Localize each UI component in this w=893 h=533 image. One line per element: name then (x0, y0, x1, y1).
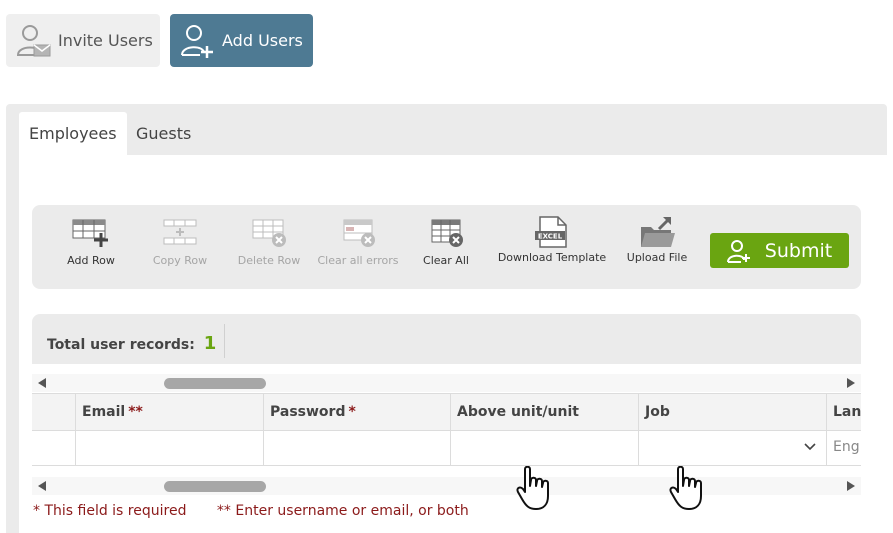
submit-label: Submit (764, 239, 833, 262)
column-label: Password (270, 404, 346, 420)
column-header-job[interactable]: Job (639, 394, 827, 430)
column-header-password[interactable]: Password * (264, 394, 451, 430)
column-label: Lang (833, 404, 861, 420)
job-dropdown[interactable] (639, 429, 827, 465)
scroll-left-arrow-icon[interactable] (38, 481, 46, 491)
upload-folder-icon (641, 217, 675, 247)
row-handle-header (32, 394, 76, 430)
table-row: Eng (32, 429, 861, 466)
add-users-button[interactable]: Add Users (170, 14, 313, 67)
bottom-horizontal-scrollbar[interactable] (32, 477, 861, 495)
clear-all-icon (431, 219, 463, 247)
tab-guests[interactable]: Guests (126, 112, 201, 155)
column-header-above-unit[interactable]: Above unit/unit (451, 394, 639, 430)
clear-all-button[interactable]: Clear All (418, 205, 474, 289)
scroll-left-arrow-icon[interactable] (38, 378, 46, 388)
invite-user-icon (16, 24, 51, 56)
records-count: 1 (203, 333, 217, 354)
column-header-email[interactable]: Email ** (76, 394, 264, 430)
required-note: * This field is required (33, 503, 187, 519)
scroll-thumb[interactable] (164, 481, 266, 492)
records-label: Total user records: (47, 337, 195, 353)
clear-all-label: Clear All (423, 254, 469, 267)
add-user-icon (726, 239, 750, 263)
required-marker: ** (128, 404, 143, 420)
row-handle[interactable] (32, 429, 76, 465)
field-notes: * This field is required ** Enter userna… (33, 503, 469, 519)
divider (224, 324, 225, 358)
copy-row-label: Copy Row (152, 254, 208, 267)
delete-row-button[interactable]: Delete Row (237, 205, 301, 289)
add-users-label: Add Users (222, 31, 303, 50)
user-grid: Email ** Password * Above unit/unit Job … (32, 393, 861, 466)
grid-header-row: Email ** Password * Above unit/unit Job … (32, 393, 861, 431)
invite-users-button[interactable]: Invite Users (6, 14, 160, 67)
grid-toolbar: Add Row Copy Row Delete Row Clear all er… (32, 205, 861, 289)
records-summary: Total user records: 1 (47, 333, 216, 354)
hand-cursor-icon (669, 466, 702, 510)
submit-button[interactable]: Submit (710, 233, 849, 268)
clear-errors-icon (343, 219, 375, 247)
delete-row-icon (252, 219, 286, 247)
add-user-icon (181, 24, 213, 58)
scroll-right-arrow-icon[interactable] (847, 378, 855, 388)
copy-row-icon (163, 219, 197, 245)
records-bar: Total user records: 1 (32, 314, 861, 364)
column-label: Email (82, 404, 126, 420)
scroll-thumb[interactable] (164, 378, 266, 389)
username-email-note: ** Enter username or email, or both (216, 503, 469, 519)
top-horizontal-scrollbar[interactable] (32, 374, 861, 392)
excel-template-icon: EXCEL (535, 216, 567, 248)
hand-cursor-icon (516, 466, 549, 510)
download-template-label: Download Template (497, 251, 607, 264)
add-row-button[interactable]: Add Row (62, 205, 120, 289)
column-label: Above unit/unit (457, 404, 579, 420)
svg-text:EXCEL: EXCEL (538, 233, 563, 241)
column-label: Job (645, 404, 670, 420)
language-cell[interactable]: Eng (827, 429, 861, 465)
add-row-label: Add Row (67, 254, 115, 267)
add-row-icon (72, 219, 108, 247)
invite-users-label: Invite Users (58, 31, 153, 50)
clear-errors-button[interactable]: Clear all errors (317, 205, 399, 289)
upload-file-button[interactable]: Upload File (625, 205, 689, 289)
tab-employees[interactable]: Employees (19, 112, 127, 155)
scroll-right-arrow-icon[interactable] (847, 481, 855, 491)
clear-errors-label: Clear all errors (317, 254, 399, 267)
email-cell[interactable] (76, 429, 264, 465)
delete-row-label: Delete Row (237, 254, 301, 267)
above-unit-cell[interactable] (451, 429, 639, 465)
chevron-down-icon (804, 443, 816, 451)
column-header-language[interactable]: Lang (827, 394, 861, 430)
upload-file-label: Upload File (626, 251, 688, 264)
required-marker: * (348, 404, 356, 420)
copy-row-button[interactable]: Copy Row (150, 205, 210, 289)
download-template-button[interactable]: EXCEL Download Template (497, 205, 607, 289)
password-cell[interactable] (264, 429, 451, 465)
